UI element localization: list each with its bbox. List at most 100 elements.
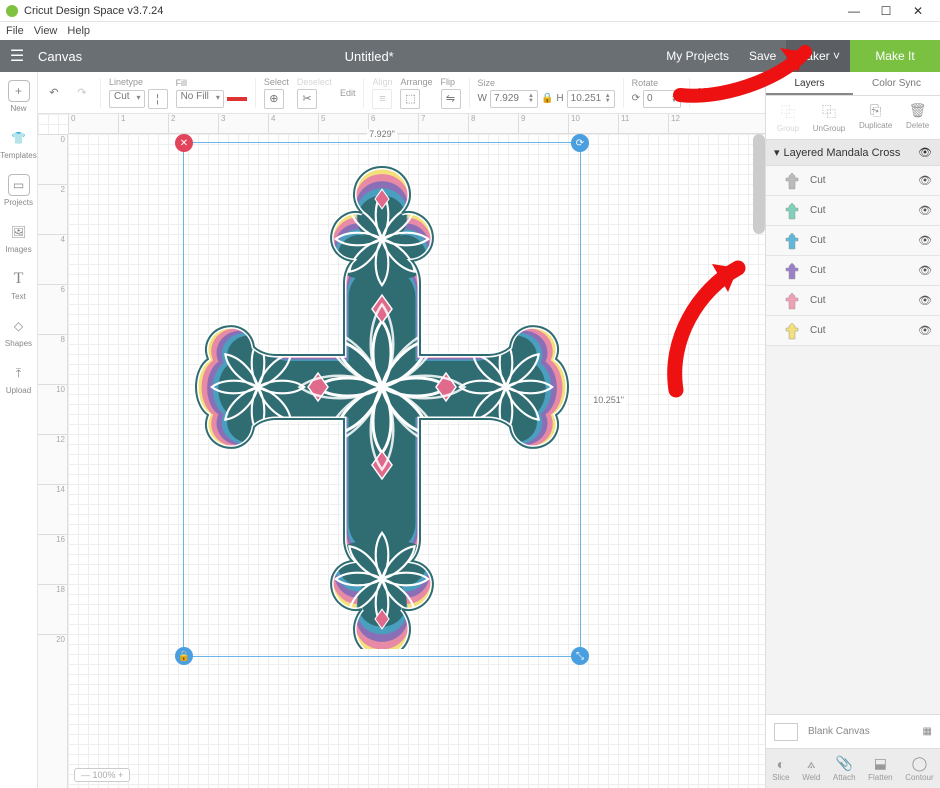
image-icon: 🖼 [7, 221, 29, 243]
redo-button[interactable]: ↷ [72, 83, 92, 103]
layer-row[interactable]: Cut 👁 [766, 226, 940, 256]
upload-icon: ⤒ [7, 362, 29, 384]
eye-icon[interactable]: 👁 [918, 324, 932, 337]
rotate-handle-icon[interactable]: ⟳ [571, 134, 589, 152]
save-button[interactable]: Save [739, 40, 786, 72]
rotate-input[interactable]: 0▲▼ [643, 90, 681, 108]
tab-color-sync[interactable]: Color Sync [853, 72, 940, 95]
make-it-button[interactable]: Make It [850, 40, 940, 72]
rail-shapes[interactable]: ◇Shapes [5, 315, 32, 348]
select-all-button[interactable]: ⊕ [264, 89, 284, 109]
eye-icon[interactable]: 👁 [918, 294, 932, 307]
align-button[interactable]: ≡ [372, 89, 392, 109]
bottom-tools: ◐Slice ⟑Weld 📎Attach ⬓Flatten ◯Contour [766, 748, 940, 788]
layer-swatch-icon [784, 291, 800, 311]
flatten-button[interactable]: ⬓Flatten [868, 755, 892, 782]
layer-op-label: Cut [810, 235, 826, 246]
menu-bar: File View Help [0, 22, 940, 40]
layer-op-label: Cut [810, 325, 826, 336]
flip-button[interactable]: ⇋ [441, 89, 461, 109]
canvas-area[interactable]: 0123456789101112 02468101214161820 [38, 114, 765, 788]
hamburger-icon[interactable]: ☰ [0, 46, 34, 66]
more-button[interactable]: More ▾ [698, 87, 729, 98]
app-header: ☰ Canvas Untitled* My Projects Save Make… [0, 40, 940, 72]
layer-row[interactable]: Cut👁 [766, 196, 940, 226]
delete-button[interactable]: 🗑Delete [906, 102, 929, 133]
layer-swatch-icon [784, 321, 800, 341]
blank-swatch-icon [774, 723, 798, 741]
group-icon: ⿻ [781, 102, 795, 122]
maximize-button[interactable]: ☐ [870, 4, 902, 18]
ungroup-icon: ⿻ [822, 102, 836, 122]
ruler-horizontal: 0123456789101112 [68, 114, 765, 134]
fill-swatch-icon[interactable] [227, 97, 247, 101]
rail-text[interactable]: TText [8, 268, 30, 301]
my-projects-button[interactable]: My Projects [656, 40, 739, 72]
rail-projects[interactable]: ▭Projects [4, 174, 33, 207]
layer-row[interactable]: Cut👁 [766, 256, 940, 286]
weld-button[interactable]: ⟑Weld [802, 755, 820, 782]
delete-handle-icon[interactable]: ✕ [175, 134, 193, 152]
rail-images[interactable]: 🖼Images [5, 221, 31, 254]
size-group: Size W 7.929▲▼ 🔒 H 10.251▲▼ [478, 78, 615, 108]
zoom-badge[interactable]: — 100% + [74, 768, 130, 782]
menu-file[interactable]: File [6, 25, 24, 37]
ungroup-button[interactable]: ⿻UnGroup [813, 102, 845, 133]
duplicate-button[interactable]: ⎘Duplicate [859, 102, 892, 133]
height-input[interactable]: 10.251▲▼ [567, 90, 615, 108]
group-button[interactable]: ⿻Group [777, 102, 799, 133]
menu-view[interactable]: View [34, 25, 58, 37]
layer-swatch-icon [784, 171, 800, 191]
eye-icon[interactable]: 👁 [918, 204, 932, 217]
layer-op-label: Cut [810, 175, 826, 186]
projects-icon: ▭ [8, 174, 30, 196]
layer-swatch-icon [784, 231, 800, 251]
edit-button[interactable]: ✂ [297, 89, 317, 109]
contour-button[interactable]: ◯Contour [905, 755, 933, 782]
eye-icon[interactable]: 👁 [918, 234, 932, 247]
flatten-icon: ⬓ [874, 755, 887, 772]
machine-select[interactable]: Maker ˅ [786, 40, 850, 72]
eye-icon[interactable]: 👁 [918, 174, 932, 187]
grid-toggle-icon[interactable]: ▦ [923, 726, 932, 737]
resize-handle-icon[interactable]: ⤡ [571, 647, 589, 665]
right-panel: Layers Color Sync ⿻Group ⿻UnGroup ⎘Dupli… [765, 72, 940, 788]
caret-down-icon: ▾ [774, 146, 780, 159]
rotate-group: Rotate ⟳0▲▼ [632, 78, 681, 108]
minimize-button[interactable]: — [838, 4, 870, 18]
close-button[interactable]: ✕ [902, 4, 934, 18]
left-rail: +New 👕Templates ▭Projects 🖼Images TText … [0, 72, 38, 788]
linetype-opts[interactable]: ¦ [148, 89, 168, 109]
fill-select[interactable]: No Fill [176, 90, 224, 108]
width-input[interactable]: 7.929▲▼ [490, 90, 538, 108]
layer-group-header[interactable]: ▾ Layered Mandala Cross 👁 [766, 140, 940, 166]
lock-handle-icon[interactable]: 🔒 [175, 647, 193, 665]
lock-aspect-icon[interactable]: 🔒 [541, 93, 553, 104]
rail-new[interactable]: +New [8, 80, 30, 113]
scrollbar-vertical[interactable] [753, 134, 765, 234]
rail-upload[interactable]: ⤒Upload [6, 362, 31, 395]
undo-button[interactable]: ↶ [44, 83, 64, 103]
tab-layers[interactable]: Layers [766, 72, 853, 95]
ruler-vertical: 02468101214161820 [38, 134, 68, 788]
arrange-button[interactable]: ⬚ [400, 89, 420, 109]
eye-icon[interactable]: 👁 [918, 264, 932, 277]
slice-button[interactable]: ◐Slice [772, 756, 789, 782]
width-dim-label: 7.929" [367, 129, 397, 139]
layer-row[interactable]: Cut 👁 [766, 166, 940, 196]
attach-button[interactable]: 📎Attach [833, 755, 856, 782]
title-bar: Cricut Design Space v3.7.24 — ☐ ✕ [0, 0, 940, 22]
app-logo-icon [6, 5, 18, 17]
menu-help[interactable]: Help [67, 25, 90, 37]
layer-row[interactable]: Cut 👁 [766, 316, 940, 346]
linetype-select[interactable]: Cut [109, 90, 145, 108]
selection-box[interactable]: ✕ ⟳ 🔒 ⤡ 7.929" 10.251" [183, 142, 581, 657]
eye-icon[interactable]: 👁 [918, 146, 932, 159]
top-toolbar: ↶ ↷ Linetype Cut¦ Fill No Fill Select⊕ D… [38, 72, 765, 114]
document-title[interactable]: Untitled* [82, 49, 656, 64]
rail-templates[interactable]: 👕Templates [0, 127, 36, 160]
blank-canvas-row[interactable]: Blank Canvas ▦ [766, 714, 940, 748]
layer-row[interactable]: Cut👁 [766, 286, 940, 316]
weld-icon: ⟑ [807, 755, 816, 772]
height-dim-label: 10.251" [591, 395, 626, 405]
